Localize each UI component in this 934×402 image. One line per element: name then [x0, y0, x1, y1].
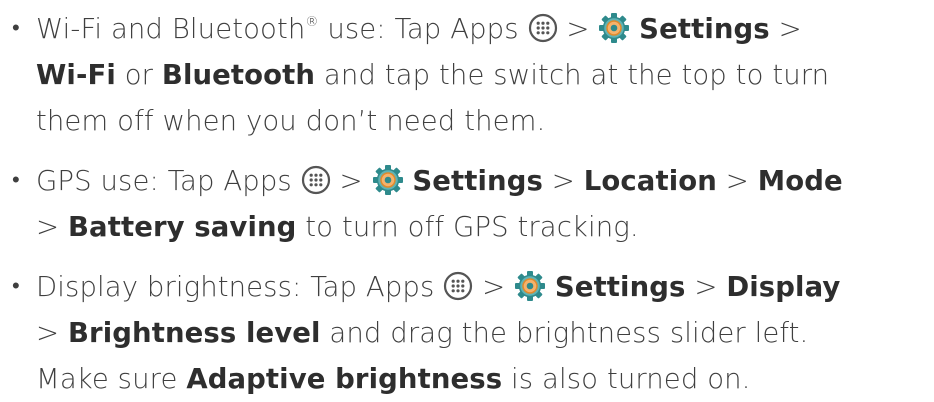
wifi-bluetooth-label: Wi-Fi and Bluetooth: [36, 13, 306, 45]
wifi-label: Wi-Fi: [36, 59, 116, 91]
display-brightness-lead-text: Display brightness: Tap Apps: [36, 271, 444, 303]
separator: >: [36, 211, 68, 243]
adaptive-brightness-label: Adaptive brightness: [186, 363, 503, 395]
use-tap-text: use: Tap Apps: [318, 13, 528, 45]
settings-label: Settings: [554, 271, 686, 303]
instruction-text: Make sure: [36, 363, 187, 395]
list-item-wifi-bluetooth: • Wi-Fi and Bluetooth® use: Tap Apps > S…: [12, 6, 928, 144]
bullet: •: [12, 274, 20, 299]
separator: >: [557, 13, 599, 45]
instruction-text: and drag the brightness slider left.: [320, 317, 809, 349]
instruction-text: them off when you don’t need them.: [36, 105, 546, 137]
settings-gear-icon: [372, 164, 404, 196]
separator: >: [36, 317, 68, 349]
bluetooth-label: Bluetooth: [161, 59, 316, 91]
display-label: Display: [726, 271, 841, 303]
separator: >: [473, 271, 515, 303]
or-text: or: [115, 59, 162, 91]
settings-label: Settings: [412, 165, 543, 197]
registered-mark: ®: [305, 15, 319, 30]
separator: >: [330, 165, 372, 197]
battery-saving-label: Battery saving: [67, 211, 297, 243]
instruction-text: to turn off GPS tracking.: [296, 211, 639, 243]
mode-label: Mode: [757, 165, 843, 197]
apps-icon: [301, 165, 331, 195]
settings-gear-icon: [598, 12, 630, 44]
list-item-gps: • GPS use: Tap Apps > Settings > Locatio…: [12, 158, 928, 250]
separator: >: [542, 165, 584, 197]
separator: >: [769, 13, 802, 45]
gps-lead-text: GPS use: Tap Apps: [36, 165, 301, 197]
apps-icon: [443, 271, 473, 301]
list-item-display-brightness: • Display brightness: Tap Apps > Setting…: [12, 264, 928, 402]
instruction-text: is also turned on.: [502, 363, 751, 395]
bullet: •: [12, 168, 20, 193]
bullet: •: [12, 16, 20, 41]
separator: >: [685, 271, 727, 303]
location-label: Location: [583, 165, 717, 197]
settings-label: Settings: [639, 13, 770, 45]
separator: >: [716, 165, 758, 197]
settings-gear-icon: [514, 270, 546, 302]
battery-tips-list: • Wi-Fi and Bluetooth® use: Tap Apps > S…: [12, 6, 928, 402]
brightness-level-label: Brightness level: [67, 317, 321, 349]
apps-icon: [528, 13, 558, 43]
instruction-text: and tap the switch at the top to turn: [315, 59, 830, 91]
